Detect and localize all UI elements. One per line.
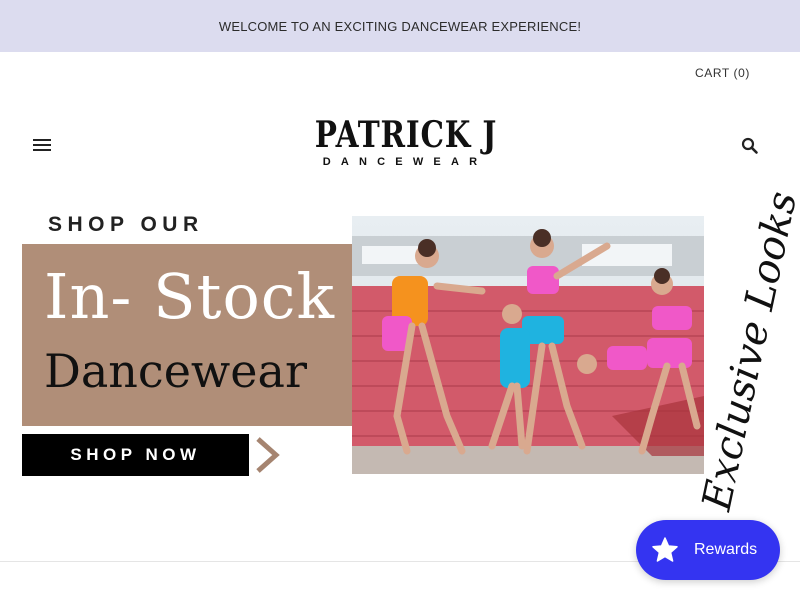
announcement-bar: WELCOME TO AN EXCITING DANCEWEAR EXPERIE…: [0, 0, 800, 52]
star-icon: [652, 537, 678, 562]
announcement-text: WELCOME TO AN EXCITING DANCEWEAR EXPERIE…: [218, 18, 582, 34]
cart-link[interactable]: CART (0): [695, 66, 750, 80]
chevron-right-icon: [256, 437, 280, 473]
logo-subtitle: DANCEWEAR: [322, 156, 488, 168]
banner-subheadline: Dancewear: [44, 344, 307, 398]
shop-now-button[interactable]: SHOP NOW: [22, 434, 249, 476]
script-text: Exclusive Looks: [693, 187, 800, 515]
banner-headline: In- Stock: [44, 260, 336, 333]
rewards-button[interactable]: Rewards: [636, 520, 780, 580]
dancers-photo: [352, 216, 704, 474]
hamburger-menu-icon[interactable]: [33, 139, 51, 153]
search-icon[interactable]: [741, 137, 759, 155]
rewards-label: Rewards: [694, 541, 758, 558]
banner-kicker: SHOP OUR: [48, 213, 204, 236]
logo-title: PATRICK J: [314, 114, 498, 156]
hero-banner[interactable]: SHOP OUR In- Stock Dancewear SHOP NOW Ex…: [0, 187, 800, 515]
headline-box: In- Stock Dancewear: [22, 244, 380, 426]
site-logo[interactable]: PATRICK J DANCEWEAR: [296, 116, 504, 176]
